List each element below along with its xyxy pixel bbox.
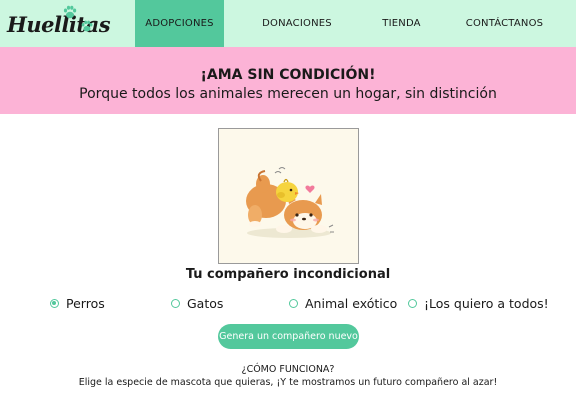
- top-navigation: Huellitas ADOPCIONES DONACIONES TIENDA C: [0, 0, 576, 47]
- radio-todos[interactable]: [408, 299, 417, 308]
- option-label: Perros: [66, 296, 105, 311]
- paw-icon: [63, 5, 77, 19]
- option-perros[interactable]: Perros: [50, 296, 105, 311]
- radio-gatos[interactable]: [171, 299, 180, 308]
- logo-text: Huellitas: [7, 12, 111, 37]
- how-it-works-title: ¿CÓMO FUNCIONA?: [241, 364, 335, 375]
- radio-perros[interactable]: [50, 299, 59, 308]
- option-label: Gatos: [187, 296, 224, 311]
- option-label: Animal exótico: [305, 296, 398, 311]
- species-options: Perros Gatos Animal exótico ¡Los quiero …: [0, 296, 576, 314]
- how-it-works-text: Elige la especie de mascota que quieras,…: [78, 377, 498, 388]
- nav-links: ADOPCIONES DONACIONES TIENDA CONTÁCTANOS: [135, 0, 576, 47]
- option-todos[interactable]: ¡Los quiero a todos!: [408, 296, 549, 311]
- nav-item-donaciones[interactable]: DONACIONES: [224, 0, 370, 47]
- option-label: ¡Los quiero a todos!: [424, 296, 549, 311]
- generate-companion-button[interactable]: Genera un compañero nuevo: [218, 324, 359, 349]
- nav-item-tienda[interactable]: TIENDA: [370, 0, 433, 47]
- banner-title: ¡AMA SIN CONDICIÓN!: [200, 67, 376, 83]
- paw-icon: [81, 20, 93, 32]
- option-gatos[interactable]: Gatos: [171, 296, 223, 311]
- banner-subtitle: Porque todos los animales merecen un hog…: [79, 86, 497, 102]
- pet-caption: Tu compañero incondicional: [185, 267, 391, 282]
- hero-banner: ¡AMA SIN CONDICIÓN! Porque todos los ani…: [0, 47, 576, 114]
- nav-item-adopciones[interactable]: ADOPCIONES: [135, 0, 224, 47]
- pet-image: [218, 128, 359, 264]
- option-animal-exotico[interactable]: Animal exótico: [289, 296, 397, 311]
- site-logo[interactable]: Huellitas: [0, 0, 135, 47]
- shiba-puppy-illustration: [246, 167, 334, 238]
- nav-item-contactanos[interactable]: CONTÁCTANOS: [433, 0, 576, 47]
- radio-animal-exotico[interactable]: [289, 299, 298, 308]
